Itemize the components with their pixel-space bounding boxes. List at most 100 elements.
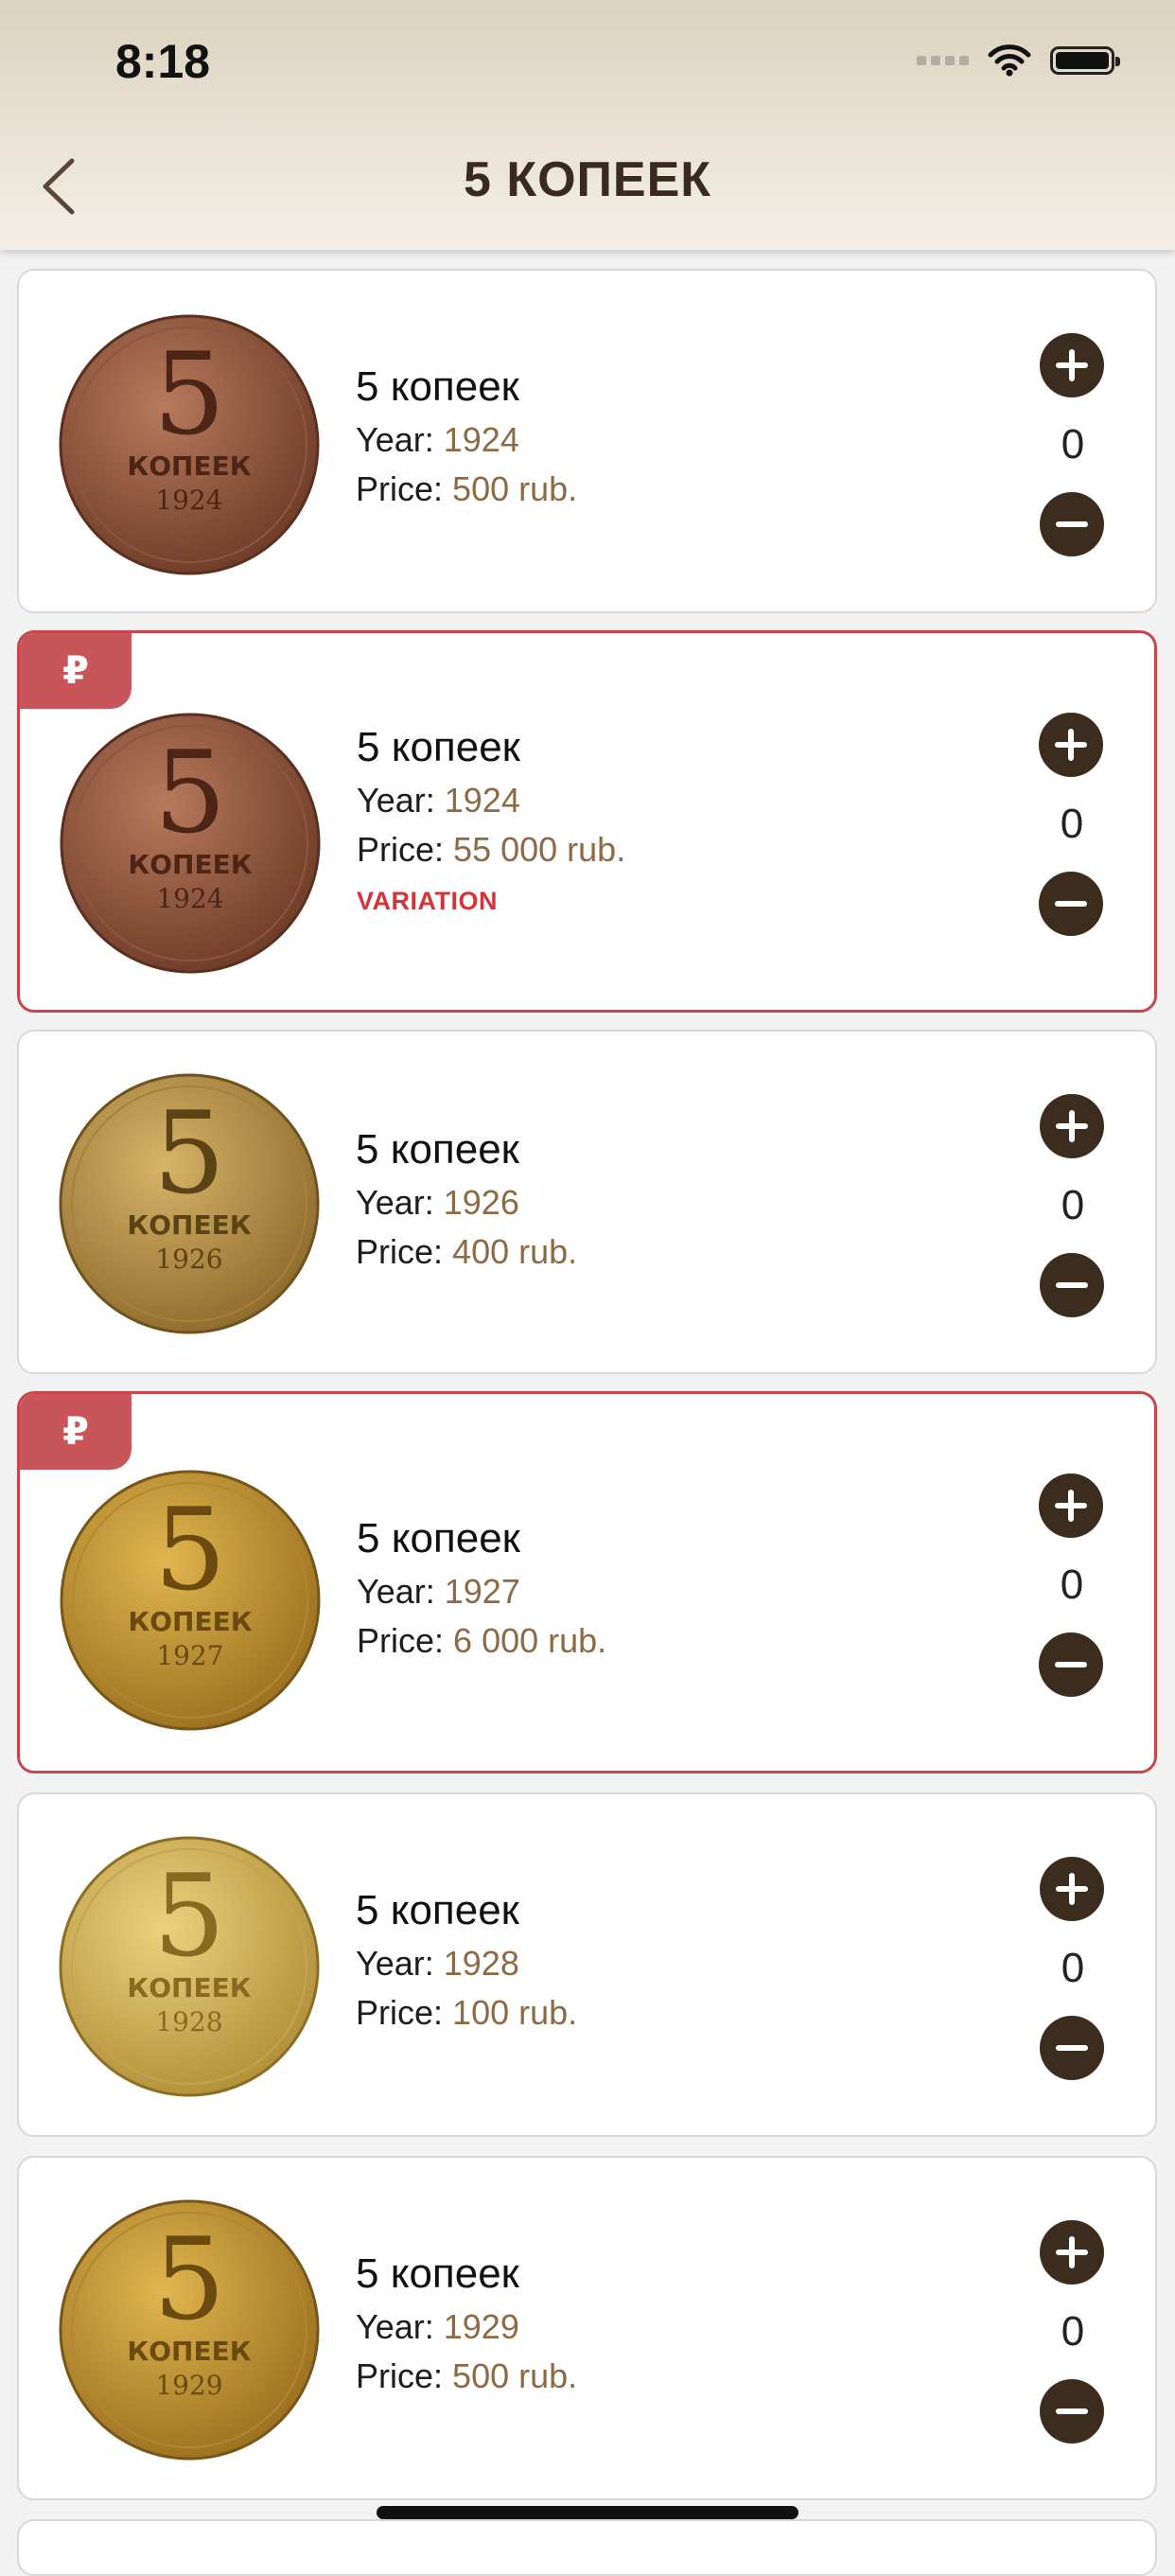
battery-icon (1050, 46, 1120, 75)
year-value: 1929 (443, 2307, 519, 2346)
price-label: Price: (357, 1621, 445, 1660)
price-label: Price: (356, 469, 444, 508)
status-icons (917, 44, 1120, 78)
decrement-button[interactable] (1040, 1253, 1104, 1317)
decrement-button[interactable] (1040, 2379, 1104, 2444)
svg-text:1924: 1924 (155, 485, 222, 516)
quantity-stepper[interactable]: 0 (1040, 1094, 1106, 1317)
coin-image: 5 КОПЕЕК 1929 (59, 2199, 320, 2461)
plus-icon (1055, 729, 1087, 761)
svg-text:КОПЕЕК: КОПЕЕК (128, 849, 252, 880)
plus-icon (1056, 1110, 1088, 1142)
increment-button[interactable] (1039, 713, 1103, 777)
svg-text:5: 5 (154, 728, 226, 859)
coin-list-item[interactable]: 5 КОПЕЕК 1929 5 копеек Year: 1929 Price:… (17, 2156, 1157, 2500)
plus-icon (1055, 1490, 1087, 1522)
coin-list-item[interactable]: ₽ 5 КОПЕЕК 1927 5 копеек Year: 1927 Pric… (17, 1391, 1157, 1773)
svg-text:5: 5 (153, 2214, 225, 2346)
price-row: Price: 55 000 rub. (357, 830, 625, 870)
status-time: 8:18 (115, 35, 211, 88)
coin-name: 5 копеек (357, 1515, 520, 1561)
increment-button[interactable] (1039, 1473, 1103, 1538)
decrement-button[interactable] (1040, 2016, 1104, 2080)
year-label: Year: (357, 781, 435, 820)
svg-text:5: 5 (154, 1485, 226, 1616)
price-row: Price: 6 000 rub. (357, 1621, 606, 1661)
minus-icon (1055, 1662, 1087, 1667)
svg-text:1929: 1929 (155, 2370, 222, 2401)
minus-icon (1056, 2045, 1088, 2051)
year-label: Year: (356, 1183, 434, 1222)
coin-name: 5 копеек (356, 363, 519, 410)
year-label: Year: (356, 420, 434, 459)
increment-button[interactable] (1040, 333, 1104, 397)
year-row: Year: 1924 (356, 420, 577, 460)
svg-text:КОПЕЕК: КОПЕЕК (127, 1972, 251, 2003)
increment-button[interactable] (1040, 2220, 1104, 2285)
price-value: 55 000 rub. (453, 830, 626, 869)
coin-info: 5 копеек Year: 1924 Price: 55 000 rub. V… (357, 724, 625, 916)
svg-text:5: 5 (153, 1851, 225, 1983)
year-label: Year: (356, 1944, 434, 1983)
coin-list-item[interactable]: 5 КОПЕЕК 1926 5 копеек Year: 1926 Price:… (17, 1030, 1157, 1374)
minus-icon (1056, 1282, 1088, 1288)
year-row: Year: 1924 (357, 781, 625, 820)
increment-button[interactable] (1040, 1857, 1104, 1921)
quantity-count: 0 (1061, 1182, 1085, 1228)
quantity-stepper[interactable]: 0 (1040, 333, 1106, 556)
navigation-header: 8:18 5 КОПЕЕК (0, 0, 1175, 250)
price-value: 100 rub. (452, 1993, 578, 2032)
svg-text:1928: 1928 (155, 2006, 222, 2038)
variation-label: VARIATION (357, 887, 498, 915)
svg-text:КОПЕЕК: КОПЕЕК (127, 1209, 251, 1241)
price-row: Price: 400 rub. (356, 1232, 577, 1272)
svg-text:5: 5 (153, 329, 225, 461)
price-value: 6 000 rub. (453, 1621, 607, 1660)
coin-image: 5 КОПЕЕК 1928 (59, 1836, 320, 2097)
price-row: Price: 100 rub. (356, 1993, 577, 2033)
plus-icon (1056, 349, 1088, 381)
price-value: 500 rub. (452, 2356, 578, 2395)
plus-icon (1056, 1873, 1088, 1905)
decrement-button[interactable] (1040, 492, 1104, 556)
price-label: Price: (356, 1993, 444, 2032)
year-label: Year: (356, 2307, 434, 2346)
price-value: 500 rub. (452, 469, 578, 508)
coin-name: 5 копеек (356, 2250, 519, 2297)
coin-info: 5 копеек Year: 1927 Price: 6 000 rub. (357, 1515, 606, 1670)
quantity-stepper[interactable]: 0 (1040, 1857, 1106, 2080)
decrement-button[interactable] (1039, 1632, 1103, 1697)
svg-text:КОПЕЕК: КОПЕЕК (127, 450, 251, 482)
decrement-button[interactable] (1039, 872, 1103, 936)
coin-list-item[interactable]: 5 КОПЕЕК 1924 5 копеек Year: 1924 Price:… (17, 269, 1157, 613)
quantity-count: 0 (1060, 801, 1084, 847)
coin-list-item[interactable]: ₽ 5 КОПЕЕК 1924 5 копеек Year: 1924 Pric… (17, 630, 1157, 1013)
page-title: 5 КОПЕЕК (463, 152, 712, 207)
year-row: Year: 1929 (356, 2307, 577, 2347)
svg-text:1926: 1926 (155, 1244, 222, 1275)
coin-image: 5 КОПЕЕК 1926 (59, 1073, 320, 1334)
minus-icon (1055, 901, 1087, 907)
coin-list-item[interactable]: 5 КОПЕЕК 1928 5 копеек Year: 1928 Price:… (17, 1792, 1157, 2137)
year-row: Year: 1928 (356, 1944, 577, 1984)
quantity-count: 0 (1061, 2308, 1085, 2355)
rarity-badge: ₽ (20, 1394, 132, 1470)
coin-list-item[interactable] (17, 2519, 1157, 2576)
quantity-stepper[interactable]: 0 (1040, 2220, 1106, 2444)
increment-button[interactable] (1040, 1094, 1104, 1158)
quantity-stepper[interactable]: 0 (1039, 1473, 1105, 1697)
price-label: Price: (356, 2356, 444, 2395)
price-label: Price: (356, 1232, 444, 1271)
wifi-icon (988, 44, 1031, 77)
quantity-stepper[interactable]: 0 (1039, 713, 1105, 936)
year-value: 1926 (443, 1183, 519, 1222)
svg-text:5: 5 (153, 1088, 225, 1220)
coin-info: 5 копеек Year: 1929 Price: 500 rub. (356, 2250, 577, 2406)
home-indicator (377, 2506, 798, 2519)
svg-text:КОПЕЕК: КОПЕЕК (128, 1606, 252, 1637)
coin-image: 5 КОПЕЕК 1924 (59, 314, 320, 575)
coin-info: 5 копеек Year: 1924 Price: 500 rub. (356, 363, 577, 519)
year-value: 1924 (444, 781, 520, 820)
year-row: Year: 1926 (356, 1183, 577, 1223)
svg-text:1927: 1927 (156, 1640, 223, 1671)
